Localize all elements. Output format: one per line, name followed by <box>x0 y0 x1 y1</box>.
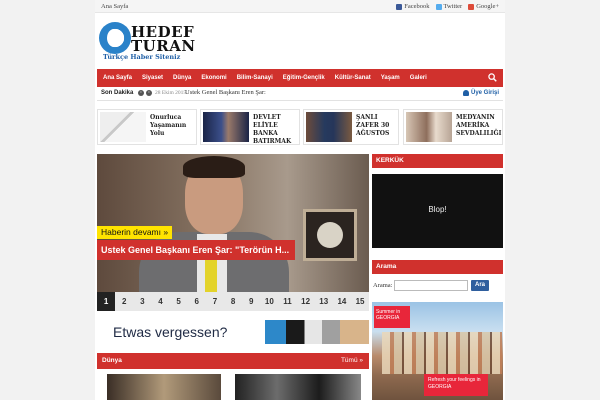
ad-banner-text: Etwas vergessen? <box>113 324 228 340</box>
nav-item-yasam[interactable]: Yaşam <box>376 69 405 87</box>
nav-item-egitim-genclik[interactable]: Eğitim-Gençlik <box>278 69 330 87</box>
page-button[interactable]: 5 <box>170 292 188 311</box>
page-button[interactable]: 3 <box>133 292 151 311</box>
card-caption: ŞANLI ZAFER 30 AĞUSTOS <box>356 114 390 137</box>
video-player[interactable]: Blop! <box>372 174 503 248</box>
page-button[interactable]: 9 <box>242 292 260 311</box>
ad-banner[interactable]: Etwas vergessen? <box>97 318 369 346</box>
user-icon <box>462 90 469 96</box>
member-login-link[interactable]: Üye Girişi <box>462 90 499 96</box>
facebook-link[interactable]: Facebook <box>396 3 430 10</box>
section-header-dunya: Dünya Tümü » <box>97 353 369 369</box>
twitter-icon <box>435 3 442 10</box>
main-nav: Ana Sayfa Siyaset Dünya Ekonomi Bilim-Sa… <box>97 69 503 87</box>
sidebar-search: Arama: Ara <box>372 279 503 293</box>
crescent-logo-icon <box>99 22 131 54</box>
chevron-left-icon[interactable]: ‹ <box>138 90 144 96</box>
google-plus-icon <box>468 3 475 10</box>
facebook-icon <box>396 3 403 10</box>
card-thumbnail <box>406 112 452 142</box>
sidebar-header-kerkuk: KERKÜK <box>372 154 503 168</box>
page-button[interactable]: 14 <box>333 292 351 311</box>
hero-person-hair <box>183 156 245 178</box>
ad-top-text: Summer in GEORGIA <box>374 306 410 328</box>
twitter-link[interactable]: Twitter <box>435 3 462 10</box>
page-button[interactable]: 8 <box>224 292 242 311</box>
search-label: Arama: <box>373 282 393 289</box>
page-button[interactable]: 10 <box>260 292 278 311</box>
featured-strip: Onurluca Yaşamanın Yolu DEVLET ELİYLE BA… <box>97 109 503 147</box>
sidebar-ad-georgia[interactable]: Summer in GEORGIA Refresh your feelings … <box>372 302 503 400</box>
search-input[interactable] <box>394 280 468 291</box>
nav-item-dunya[interactable]: Dünya <box>168 69 196 87</box>
ad-bottom-text: Refresh your feelings in GEORGIA <box>424 374 488 396</box>
section-all-link[interactable]: Tümü » <box>341 357 363 364</box>
nav-item-galeri[interactable]: Galeri <box>405 69 432 87</box>
page-button[interactable]: 4 <box>151 292 169 311</box>
slider-pagination: 1 2 3 4 5 6 7 8 9 10 11 12 13 14 15 <box>97 292 369 311</box>
nav-item-kultur-sanat[interactable]: Kültür-Sanat <box>330 69 376 87</box>
breaking-news-ticker: Son Dakika ‹ › 28 Ekim 2015 Ustek Genel … <box>97 87 503 101</box>
section-title: Dünya <box>102 357 122 364</box>
page-button[interactable]: 7 <box>206 292 224 311</box>
featured-card[interactable]: ŞANLI ZAFER 30 AĞUSTOS <box>303 109 399 145</box>
hero-slider[interactable]: Haberin devamı » Ustek Genel Başkanı Ere… <box>97 154 369 311</box>
nav-item-ana-sayfa[interactable]: Ana Sayfa <box>97 69 137 87</box>
search-button[interactable]: Ara <box>471 280 489 291</box>
page-button[interactable]: 15 <box>351 292 369 311</box>
ad-image <box>382 332 502 374</box>
logo-tagline: Türkçe Haber Siteniz <box>103 53 181 61</box>
read-more-button[interactable]: Haberin devamı » <box>97 226 173 239</box>
site-logo[interactable]: HEDEF TURAN Türkçe Haber Siteniz <box>99 22 209 62</box>
slider-headline[interactable]: Ustek Genel Başkanı Eren Şar: "Terörün H… <box>97 240 296 260</box>
page: Ana Sayfa Facebook Twitter Google+ HEDEF… <box>95 0 505 400</box>
featured-card[interactable]: DEVLET ELİYLE BANKA BATIRMAK <box>200 109 300 145</box>
section-article-image[interactable] <box>235 374 361 400</box>
ad-banner-image <box>265 320 369 344</box>
sidebar-header-arama: Arama <box>372 260 503 274</box>
top-bar: Ana Sayfa Facebook Twitter Google+ <box>95 0 505 13</box>
ticker-label: Son Dakika <box>101 90 134 96</box>
chevron-right-icon[interactable]: › <box>146 90 152 96</box>
google-plus-link[interactable]: Google+ <box>468 3 499 10</box>
wall-clock-image <box>303 209 357 261</box>
page-button[interactable]: 6 <box>188 292 206 311</box>
page-button[interactable]: 13 <box>315 292 333 311</box>
ticker-date: 28 Ekim 2015 <box>155 90 187 96</box>
card-thumbnail <box>306 112 352 142</box>
card-caption: MEDYANIN AMERİKA SEVDALILIĞI <box>456 114 502 137</box>
nav-item-siyaset[interactable]: Siyaset <box>137 69 168 87</box>
search-icon[interactable] <box>488 73 497 82</box>
ticker-headline[interactable]: Ustek Genel Başkanı Eren Şar: <box>185 89 266 96</box>
page-button[interactable]: 1 <box>97 292 116 311</box>
card-thumbnail <box>100 112 146 142</box>
page-button[interactable]: 11 <box>278 292 296 311</box>
nav-item-ekonomi[interactable]: Ekonomi <box>196 69 231 87</box>
page-button[interactable]: 12 <box>297 292 315 311</box>
page-button[interactable]: 2 <box>115 292 133 311</box>
nav-item-bilim-sanayi[interactable]: Bilim-Sanayi <box>232 69 278 87</box>
card-thumbnail <box>203 112 249 142</box>
featured-card[interactable]: MEDYANIN AMERİKA SEVDALILIĞI <box>403 109 503 145</box>
card-caption: DEVLET ELİYLE BANKA BATIRMAK <box>253 114 292 145</box>
featured-card[interactable]: Onurluca Yaşamanın Yolu <box>97 109 197 145</box>
card-caption: Onurluca Yaşamanın Yolu <box>150 114 187 137</box>
home-link[interactable]: Ana Sayfa <box>101 3 128 10</box>
section-article-image[interactable] <box>107 374 221 400</box>
social-links: Facebook Twitter Google+ <box>396 3 499 10</box>
video-message: Blop! <box>428 205 447 214</box>
